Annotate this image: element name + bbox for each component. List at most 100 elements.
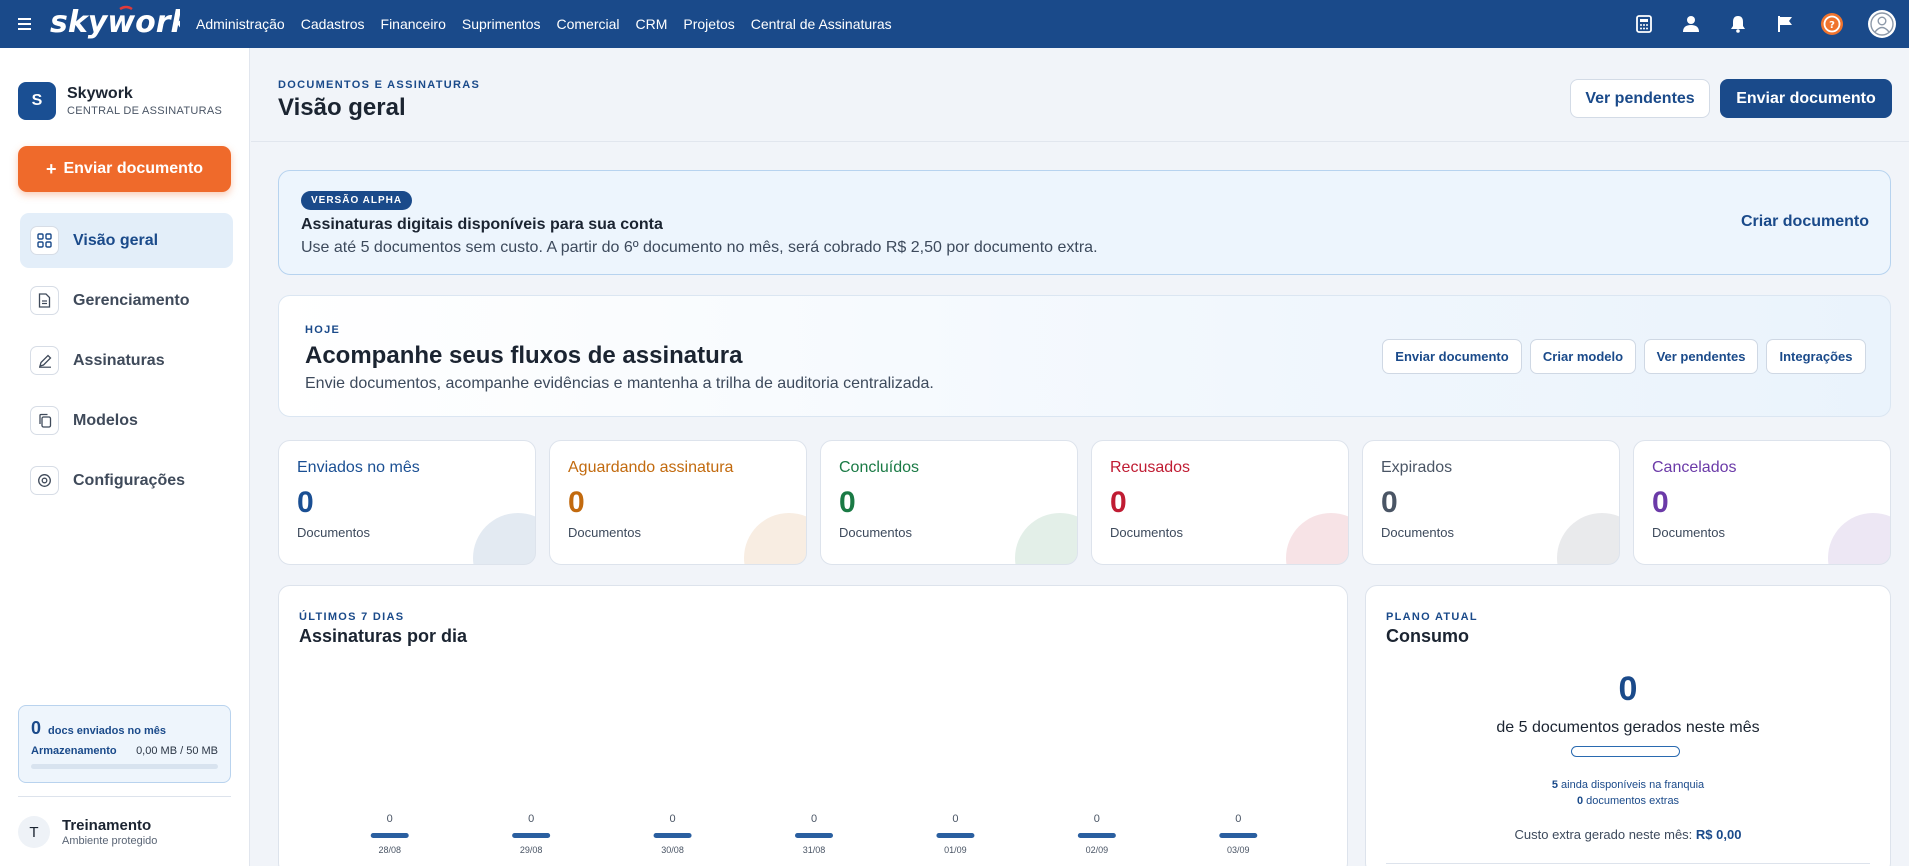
nav-projetos[interactable]: Projetos <box>683 16 734 32</box>
create-document-link[interactable]: Criar documento <box>1741 213 1869 231</box>
nav-central-assinaturas[interactable]: Central de Assinaturas <box>751 16 892 32</box>
today-description: Envie documentos, acompanhe evidências e… <box>305 375 934 392</box>
pen-icon <box>30 346 59 375</box>
extra-cost: Custo extra gerado neste mês: R$ 0,00 <box>1366 827 1890 842</box>
stat-card-aguardando[interactable]: Aguardando assinatura 0 Documentos <box>549 440 807 565</box>
page-title: Visão geral <box>278 94 406 121</box>
today-panel: HOJE Acompanhe seus fluxos de assinatura… <box>278 295 1891 417</box>
avatar: T <box>18 816 50 848</box>
chart-bar[interactable] <box>936 833 975 838</box>
send-document-button[interactable]: Enviar documento <box>1720 79 1892 118</box>
sidebar: S Skywork CENTRAL DE ASSINATURAS + Envia… <box>0 48 250 866</box>
chart-x-tick-label: 31/08 <box>803 845 826 855</box>
sidebar-item-label: Visão geral <box>73 231 159 249</box>
sidebar-send-document-label: Enviar documento <box>63 160 204 177</box>
grid-icon <box>30 226 59 255</box>
skywork-logo[interactable]: skywork <box>50 2 180 42</box>
consumption-value: 0 <box>1618 670 1638 708</box>
sidebar-item-configuracoes[interactable]: Configurações <box>20 453 233 508</box>
storage-label: Armazenamento <box>31 745 117 757</box>
chart-data-label: 0 <box>952 813 958 825</box>
quick-create-template-button[interactable]: Criar modelo <box>1530 339 1636 374</box>
chart-bar[interactable] <box>653 833 692 838</box>
user-profile[interactable]: T Treinamento Ambiente protegido <box>18 816 157 848</box>
sidebar-item-label: Assinaturas <box>73 351 165 369</box>
consumption-title: Consumo <box>1386 626 1469 646</box>
flag-icon[interactable] <box>1761 0 1808 48</box>
company-subtitle: CENTRAL DE ASSINATURAS <box>67 105 223 117</box>
bell-icon[interactable] <box>1714 0 1761 48</box>
chart-x-tick-label: 02/09 <box>1086 845 1109 855</box>
document-icon <box>30 286 59 315</box>
stat-unit: Documentos <box>568 525 641 540</box>
chart-bar[interactable] <box>1077 833 1116 838</box>
main-menu: Administração Cadastros Financeiro Supri… <box>196 0 892 48</box>
stat-value: 0 <box>1652 486 1669 519</box>
stat-unit: Documentos <box>1110 525 1183 540</box>
nav-comercial[interactable]: Comercial <box>556 16 619 32</box>
svg-text:?: ? <box>1829 20 1835 31</box>
sidebar-menu: Visão geral Gerenciamento Assinaturas Mo… <box>20 213 233 513</box>
chart-data-label: 0 <box>387 813 393 825</box>
nav-suprimentos[interactable]: Suprimentos <box>462 16 541 32</box>
menu-icon[interactable] <box>0 0 48 48</box>
chart-bar[interactable] <box>795 833 833 838</box>
user-icon[interactable] <box>1667 0 1714 48</box>
chart-bar[interactable] <box>1219 833 1258 838</box>
stat-decoration <box>473 513 535 564</box>
quick-send-document-button[interactable]: Enviar documento <box>1382 339 1522 374</box>
chart-x-tick-label: 01/09 <box>944 845 967 855</box>
nav-cadastros[interactable]: Cadastros <box>301 16 365 32</box>
stat-label: Concluídos <box>839 459 920 476</box>
nav-crm[interactable]: CRM <box>636 16 668 32</box>
sidebar-send-document-button[interactable]: + Enviar documento <box>18 146 231 192</box>
stat-card-concluidos[interactable]: Concluídos 0 Documentos <box>820 440 1078 565</box>
docs-sent-count: 0 <box>31 718 42 738</box>
stat-value: 0 <box>839 486 856 519</box>
stat-decoration <box>1557 513 1619 564</box>
sidebar-item-gerenciamento[interactable]: Gerenciamento <box>20 273 233 328</box>
monthly-usage-card: 0 docs enviados no mês Armazenamento 0,0… <box>18 705 231 783</box>
sidebar-divider <box>18 796 231 797</box>
stat-card-expirados[interactable]: Expirados 0 Documentos <box>1362 440 1620 565</box>
calculator-icon[interactable] <box>1620 0 1667 48</box>
company-brand: S Skywork CENTRAL DE ASSINATURAS <box>18 82 222 120</box>
consumption-panel: PLANO ATUAL Consumo 0 de 5 documentos ge… <box>1365 585 1891 866</box>
breadcrumb: DOCUMENTOS E ASSINATURAS <box>278 79 481 91</box>
alpha-title: Assinaturas digitais disponíveis para su… <box>301 216 663 233</box>
stat-label: Expirados <box>1381 459 1453 476</box>
stat-value: 0 <box>1110 486 1127 519</box>
stat-card-recusados[interactable]: Recusados 0 Documentos <box>1091 440 1349 565</box>
nav-administracao[interactable]: Administração <box>196 16 285 32</box>
stat-unit: Documentos <box>839 525 912 540</box>
stat-value: 0 <box>568 486 585 519</box>
profile-avatar-icon[interactable] <box>1855 0 1909 48</box>
quick-view-pending-button[interactable]: Ver pendentes <box>1644 339 1758 374</box>
stat-value: 0 <box>297 486 314 519</box>
copy-icon <box>30 406 59 435</box>
top-navbar: skywork Administração Cadastros Financei… <box>0 0 1909 48</box>
alpha-badge: VERSÃO ALPHA <box>301 191 413 210</box>
stat-decoration <box>1828 513 1890 564</box>
chart-bar[interactable] <box>512 833 551 838</box>
stat-card-cancelados[interactable]: Cancelados 0 Documentos <box>1633 440 1891 565</box>
chart-bar[interactable] <box>370 833 409 838</box>
alpha-description: Use até 5 documentos sem custo. A partir… <box>301 239 1098 256</box>
alpha-banner: VERSÃO ALPHA Assinaturas digitais dispon… <box>278 170 1891 275</box>
consumption-progress-bar <box>1571 746 1680 757</box>
sidebar-item-visao-geral[interactable]: Visão geral <box>20 213 233 268</box>
signatures-per-day-panel: ÚLTIMOS 7 DIAS Assinaturas por dia 0 28/0… <box>278 585 1348 866</box>
chart-data-label: 0 <box>1094 813 1100 825</box>
stat-card-enviados[interactable]: Enviados no mês 0 Documentos <box>278 440 536 565</box>
extra-cost-label: Custo extra gerado neste mês: <box>1514 827 1693 842</box>
sidebar-item-modelos[interactable]: Modelos <box>20 393 233 448</box>
consumption-eyebrow: PLANO ATUAL <box>1386 611 1478 623</box>
stat-unit: Documentos <box>297 525 370 540</box>
nav-financeiro[interactable]: Financeiro <box>381 16 446 32</box>
view-pending-button[interactable]: Ver pendentes <box>1570 79 1710 118</box>
consumption-description: de 5 documentos gerados neste mês <box>1496 719 1760 736</box>
company-badge: S <box>18 82 56 120</box>
quick-integrations-button[interactable]: Integrações <box>1766 339 1866 374</box>
sidebar-item-assinaturas[interactable]: Assinaturas <box>20 333 233 388</box>
help-icon[interactable]: ? <box>1808 0 1855 48</box>
